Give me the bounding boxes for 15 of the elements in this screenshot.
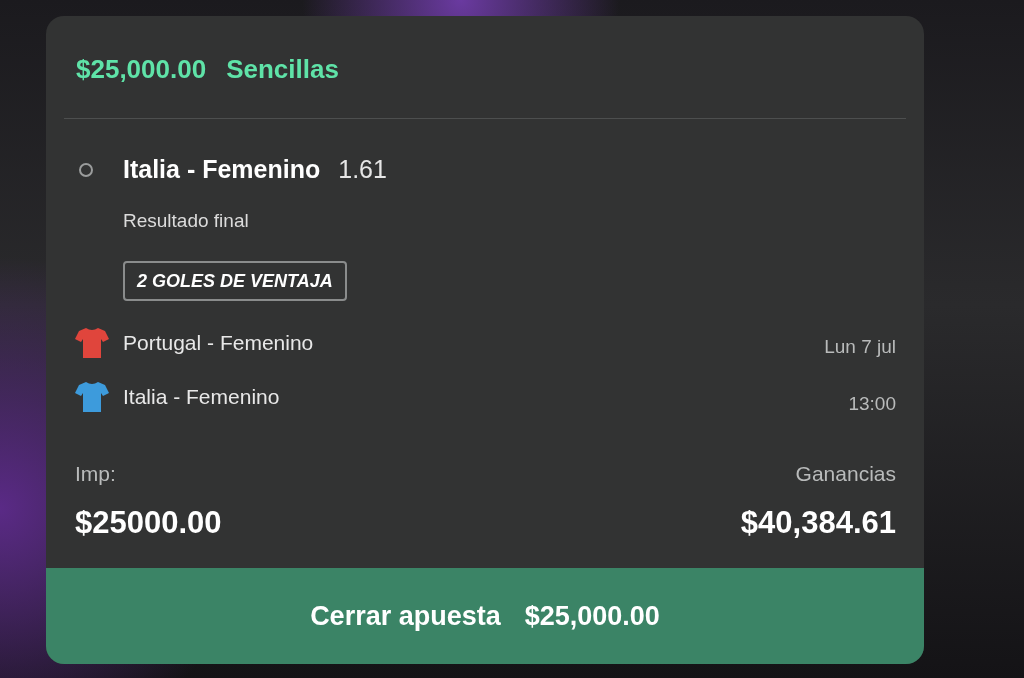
selection-name: Italia - Femenino <box>123 154 321 185</box>
odds-value: 1.61 <box>338 154 387 185</box>
stake-value: $25000.00 <box>75 503 222 542</box>
stake-label: Imp: <box>75 461 117 487</box>
bet-type-label: Sencillas <box>226 56 339 82</box>
market-name: Resultado final <box>123 208 250 233</box>
bet-amount: $25,000.00 <box>76 56 207 82</box>
winnings-label: Ganancias <box>795 461 896 487</box>
winnings-value: $40,384.61 <box>740 503 896 542</box>
team-name: Italia - Femenino <box>123 384 280 411</box>
team-name: Portugal - Femenino <box>123 330 314 357</box>
cashout-button[interactable]: Cerrar apuesta $25,000.00 <box>46 568 924 664</box>
match-time: 13:00 <box>848 391 896 416</box>
match-date: Lun 7 jul <box>824 335 896 359</box>
market-tag: 2 GOLES DE VENTAJA <box>123 261 347 301</box>
